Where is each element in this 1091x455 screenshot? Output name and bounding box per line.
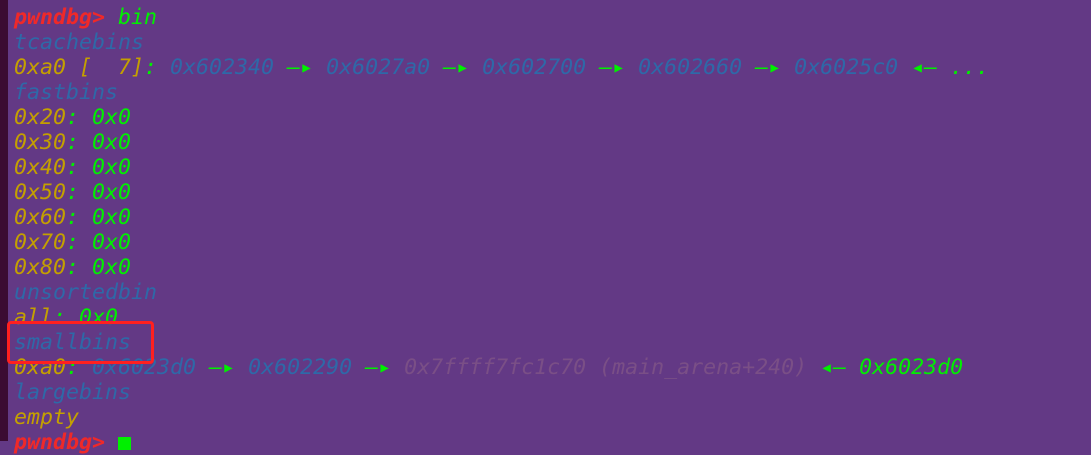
output-text: unsortedbin bbox=[14, 280, 158, 305]
output-text: : 0x0 bbox=[66, 105, 132, 130]
terminal-line: 0x60: 0x0 bbox=[14, 205, 989, 230]
output-text: : bbox=[144, 55, 171, 80]
terminal-line: tcachebins bbox=[14, 30, 989, 55]
terminal-line: unsortedbin bbox=[14, 280, 989, 305]
output-text: ◂— bbox=[807, 355, 860, 380]
output-text: 0x20 bbox=[14, 105, 67, 130]
output-text: —▸ bbox=[196, 355, 249, 380]
output-text: 0x602340 bbox=[170, 55, 275, 80]
output-text: tcachebins bbox=[14, 30, 145, 55]
terminal-line: 0xa0 [ 7]: 0x602340 —▸ 0x6027a0 —▸ 0x602… bbox=[14, 55, 989, 80]
output-text: 0x6027a0 bbox=[326, 55, 431, 80]
terminal-line: 0x80: 0x0 bbox=[14, 255, 989, 280]
output-text: : 0x0 bbox=[66, 180, 132, 205]
output-text: —▸ bbox=[586, 55, 639, 80]
output-text: 0x6025c0 bbox=[794, 55, 899, 80]
output-text: largebins bbox=[14, 380, 132, 405]
output-text: : 0x0 bbox=[66, 205, 132, 230]
output-text: : 0x0 bbox=[66, 155, 132, 180]
output-text: 0x80 bbox=[14, 255, 67, 280]
terminal-line: 0x30: 0x0 bbox=[14, 130, 989, 155]
terminal-line: 0x20: 0x0 bbox=[14, 105, 989, 130]
prompt-text: pwndbg> bbox=[14, 5, 119, 30]
output-text: fastbins bbox=[14, 80, 119, 105]
output-text: empty bbox=[14, 405, 80, 430]
terminal-line: fastbins bbox=[14, 80, 989, 105]
output-text: 0x30 bbox=[14, 130, 67, 155]
smallbins-highlight-box bbox=[7, 321, 154, 364]
terminal-cursor bbox=[118, 436, 132, 450]
output-text: : 0x0 bbox=[66, 130, 132, 155]
output-text: 0x60 bbox=[14, 205, 67, 230]
output-text: ◂— ... bbox=[898, 55, 990, 80]
output-text: : 0x0 bbox=[66, 230, 132, 255]
terminal-line: all: 0x0 bbox=[14, 305, 989, 330]
output-text: 0x602290 bbox=[248, 355, 353, 380]
terminal-line: smallbins bbox=[14, 330, 989, 355]
terminal-line: pwndbg> bin bbox=[14, 5, 989, 30]
output-text: —▸ bbox=[274, 55, 327, 80]
terminal-line: 0x40: 0x0 bbox=[14, 155, 989, 180]
terminal-line: pwndbg> bbox=[14, 430, 989, 455]
output-text: 0x602660 bbox=[638, 55, 743, 80]
output-text: 0x40 bbox=[14, 155, 67, 180]
prompt-text: pwndbg> bbox=[14, 430, 119, 455]
output-text: —▸ bbox=[742, 55, 795, 80]
output-text: —▸ bbox=[352, 355, 405, 380]
output-text: bin bbox=[118, 5, 158, 30]
terminal-output[interactable]: pwndbg> bin tcachebins 0xa0 [ 7]: 0x602340… bbox=[14, 0, 989, 455]
output-text: —▸ bbox=[430, 55, 483, 80]
window-edge bbox=[0, 0, 8, 441]
output-text: 0xa0 [ 7] bbox=[14, 55, 145, 80]
output-text: 0x6023d0 bbox=[859, 355, 964, 380]
terminal-line: empty bbox=[14, 405, 989, 430]
output-text: 0x602700 bbox=[482, 55, 587, 80]
terminal-line: 0xa0: 0x6023d0 —▸ 0x602290 —▸ 0x7ffff7fc… bbox=[14, 355, 989, 380]
output-text: : 0x0 bbox=[66, 255, 132, 280]
terminal-line: 0x70: 0x0 bbox=[14, 230, 989, 255]
terminal-line: 0x50: 0x0 bbox=[14, 180, 989, 205]
output-text: 0x7ffff7fc1c70 (main_arena+240) bbox=[404, 355, 808, 380]
terminal-line: largebins bbox=[14, 380, 989, 405]
output-text: 0x50 bbox=[14, 180, 67, 205]
output-text: 0x70 bbox=[14, 230, 67, 255]
